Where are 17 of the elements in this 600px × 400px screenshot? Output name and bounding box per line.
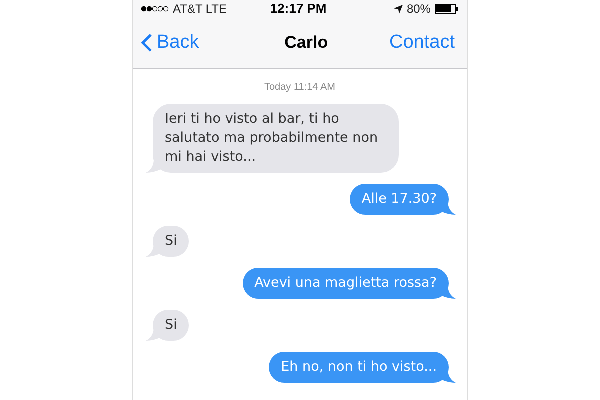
- bubble-tail-icon: [146, 243, 162, 257]
- bubble-tail-icon: [146, 159, 162, 173]
- bubble-tail-icon: [146, 327, 162, 341]
- bubble-tail-icon: [440, 201, 456, 215]
- location-arrow-icon: [394, 4, 403, 14]
- battery-icon: [434, 4, 459, 14]
- carrier-label: AT&T LTE: [173, 1, 228, 18]
- message-timestamp: Today 11:14 AM: [264, 81, 336, 95]
- contact-button[interactable]: Contact: [390, 28, 459, 58]
- contact-name: Carlo: [284, 32, 328, 54]
- bubble-tail-icon: [440, 285, 456, 299]
- chevron-left-icon: [141, 33, 153, 53]
- battery-percent: 80%: [406, 1, 431, 18]
- bubble-tail-icon: [440, 369, 456, 383]
- back-button[interactable]: Back: [141, 28, 200, 58]
- signal-icon: [141, 6, 169, 12]
- status-time: 12:17 PM: [270, 0, 327, 18]
